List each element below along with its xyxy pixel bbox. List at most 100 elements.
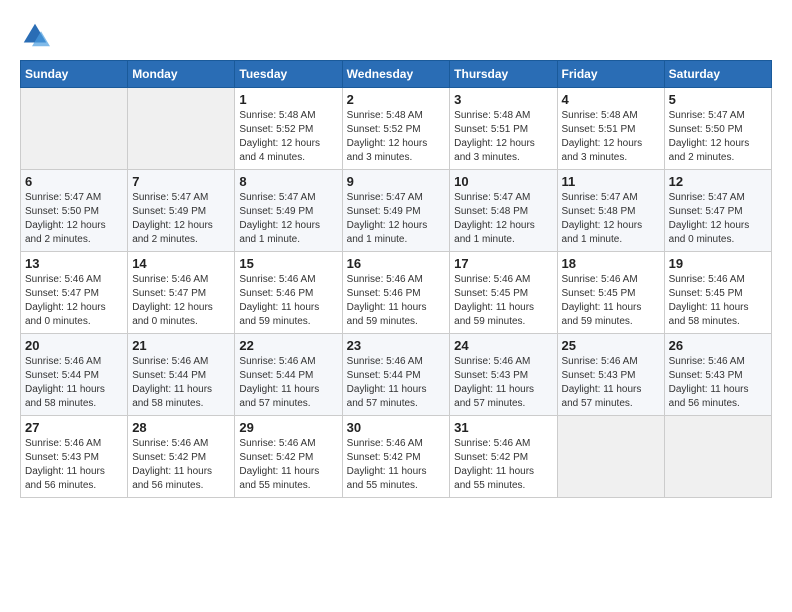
calendar-cell: 9 Sunrise: 5:47 AMSunset: 5:49 PMDaylight…: [342, 170, 450, 252]
day-info: Sunrise: 5:47 AMSunset: 5:50 PMDaylight:…: [25, 191, 123, 247]
day-number: 1: [239, 92, 337, 107]
day-number: 24: [454, 338, 552, 353]
calendar-week-row: 1 Sunrise: 5:48 AMSunset: 5:52 PMDaylight…: [21, 88, 772, 170]
day-info: Sunrise: 5:48 AMSunset: 5:52 PMDaylight:…: [347, 109, 446, 165]
calendar-cell: 7Sunrise: 5:47 AMSunset: 5:49 PMDaylight…: [128, 170, 235, 252]
day-number: 5: [669, 92, 767, 107]
calendar-cell: 26Sunrise: 5:46 AMSunset: 5:43 PMDayligh…: [664, 334, 771, 416]
calendar-cell: 31 Sunrise: 5:46 AMSunset: 5:42 PMDayligh…: [450, 416, 557, 498]
day-number: 12: [669, 174, 767, 189]
day-number: 19: [669, 256, 767, 271]
day-info: Sunrise: 5:48 AMSunset: 5:51 PMDaylight:…: [454, 109, 552, 165]
weekday-header: Friday: [557, 61, 664, 88]
calendar-cell: 5 Sunrise: 5:47 AMSunset: 5:50 PMDaylight…: [664, 88, 771, 170]
day-info: Sunrise: 5:46 AMSunset: 5:47 PMDaylight:…: [132, 273, 230, 329]
day-number: 13: [25, 256, 123, 271]
day-info: Sunrise: 5:47 AMSunset: 5:50 PMDaylight:…: [669, 109, 767, 165]
calendar-cell: 16 Sunrise: 5:46 AMSunset: 5:46 PMDayligh…: [342, 252, 450, 334]
weekday-header: Tuesday: [235, 61, 342, 88]
day-number: 29: [239, 420, 337, 435]
day-info: Sunrise: 5:46 AMSunset: 5:43 PMDaylight:…: [562, 355, 660, 411]
day-number: 14: [132, 256, 230, 271]
calendar-cell: [664, 416, 771, 498]
day-info: Sunrise: 5:46 AMSunset: 5:44 PMDaylight:…: [347, 355, 446, 411]
calendar-week-row: 13 Sunrise: 5:46 AMSunset: 5:47 PMDayligh…: [21, 252, 772, 334]
day-number: 17: [454, 256, 552, 271]
day-info: Sunrise: 5:46 AMSunset: 5:46 PMDaylight:…: [239, 273, 337, 329]
day-number: 11: [562, 174, 660, 189]
calendar-cell: 1 Sunrise: 5:48 AMSunset: 5:52 PMDaylight…: [235, 88, 342, 170]
calendar-cell: 23 Sunrise: 5:46 AMSunset: 5:44 PMDayligh…: [342, 334, 450, 416]
day-number: 26: [669, 338, 767, 353]
calendar-week-row: 20 Sunrise: 5:46 AMSunset: 5:44 PMDayligh…: [21, 334, 772, 416]
day-info: Sunrise: 5:47 AMSunset: 5:49 PMDaylight:…: [347, 191, 446, 247]
calendar-table: SundayMondayTuesdayWednesdayThursdayFrid…: [20, 60, 772, 498]
day-info: Sunrise: 5:46 AMSunset: 5:42 PMDaylight:…: [239, 437, 337, 493]
calendar-cell: 13 Sunrise: 5:46 AMSunset: 5:47 PMDayligh…: [21, 252, 128, 334]
day-info: Sunrise: 5:46 AMSunset: 5:46 PMDaylight:…: [347, 273, 446, 329]
day-number: 18: [562, 256, 660, 271]
day-number: 28: [132, 420, 230, 435]
calendar-cell: 30 Sunrise: 5:46 AMSunset: 5:42 PMDayligh…: [342, 416, 450, 498]
day-info: Sunrise: 5:47 AMSunset: 5:48 PMDaylight:…: [454, 191, 552, 247]
day-info: Sunrise: 5:46 AMSunset: 5:42 PMDaylight:…: [454, 437, 552, 493]
calendar-cell: 28Sunrise: 5:46 AMSunset: 5:42 PMDayligh…: [128, 416, 235, 498]
day-number: 15: [239, 256, 337, 271]
day-info: Sunrise: 5:48 AMSunset: 5:52 PMDaylight:…: [239, 109, 337, 165]
day-info: Sunrise: 5:47 AMSunset: 5:48 PMDaylight:…: [562, 191, 660, 247]
calendar-cell: 14 Sunrise: 5:46 AMSunset: 5:47 PMDayligh…: [128, 252, 235, 334]
calendar-cell: 24 Sunrise: 5:46 AMSunset: 5:43 PMDayligh…: [450, 334, 557, 416]
day-info: Sunrise: 5:48 AMSunset: 5:51 PMDaylight:…: [562, 109, 660, 165]
day-number: 20: [25, 338, 123, 353]
calendar-cell: 29 Sunrise: 5:46 AMSunset: 5:42 PMDayligh…: [235, 416, 342, 498]
weekday-header: Monday: [128, 61, 235, 88]
page-header: [20, 20, 772, 50]
day-info: Sunrise: 5:46 AMSunset: 5:45 PMDaylight:…: [562, 273, 660, 329]
day-number: 30: [347, 420, 446, 435]
day-info: Sunrise: 5:46 AMSunset: 5:45 PMDaylight:…: [454, 273, 552, 329]
day-number: 4: [562, 92, 660, 107]
day-info: Sunrise: 5:46 AMSunset: 5:45 PMDaylight:…: [669, 273, 767, 329]
day-number: 31: [454, 420, 552, 435]
day-info: Sunrise: 5:47 AMSunset: 5:49 PMDaylight:…: [132, 191, 230, 247]
calendar-cell: [21, 88, 128, 170]
calendar-cell: 2Sunrise: 5:48 AMSunset: 5:52 PMDaylight…: [342, 88, 450, 170]
day-info: Sunrise: 5:46 AMSunset: 5:47 PMDaylight:…: [25, 273, 123, 329]
day-number: 8: [239, 174, 337, 189]
day-info: Sunrise: 5:47 AMSunset: 5:49 PMDaylight:…: [239, 191, 337, 247]
day-number: 6: [25, 174, 123, 189]
day-info: Sunrise: 5:46 AMSunset: 5:43 PMDaylight:…: [454, 355, 552, 411]
day-info: Sunrise: 5:46 AMSunset: 5:43 PMDaylight:…: [25, 437, 123, 493]
day-number: 27: [25, 420, 123, 435]
calendar-cell: 8 Sunrise: 5:47 AMSunset: 5:49 PMDaylight…: [235, 170, 342, 252]
calendar-cell: 6 Sunrise: 5:47 AMSunset: 5:50 PMDaylight…: [21, 170, 128, 252]
day-number: 9: [347, 174, 446, 189]
calendar-cell: 17 Sunrise: 5:46 AMSunset: 5:45 PMDayligh…: [450, 252, 557, 334]
day-number: 21: [132, 338, 230, 353]
calendar-cell: 10Sunrise: 5:47 AMSunset: 5:48 PMDayligh…: [450, 170, 557, 252]
logo-icon: [20, 20, 50, 50]
calendar-cell: 3 Sunrise: 5:48 AMSunset: 5:51 PMDaylight…: [450, 88, 557, 170]
calendar-cell: 22Sunrise: 5:46 AMSunset: 5:44 PMDayligh…: [235, 334, 342, 416]
calendar-cell: [128, 88, 235, 170]
calendar-cell: 18 Sunrise: 5:46 AMSunset: 5:45 PMDayligh…: [557, 252, 664, 334]
weekday-header: Saturday: [664, 61, 771, 88]
weekday-header: Thursday: [450, 61, 557, 88]
logo: [20, 20, 54, 50]
day-number: 25: [562, 338, 660, 353]
day-number: 22: [239, 338, 337, 353]
day-number: 23: [347, 338, 446, 353]
calendar-header-row: SundayMondayTuesdayWednesdayThursdayFrid…: [21, 61, 772, 88]
calendar-cell: 25 Sunrise: 5:46 AMSunset: 5:43 PMDayligh…: [557, 334, 664, 416]
calendar-cell: 15 Sunrise: 5:46 AMSunset: 5:46 PMDayligh…: [235, 252, 342, 334]
calendar-cell: 27 Sunrise: 5:46 AMSunset: 5:43 PMDayligh…: [21, 416, 128, 498]
day-info: Sunrise: 5:46 AMSunset: 5:42 PMDaylight:…: [347, 437, 446, 493]
day-info: Sunrise: 5:47 AMSunset: 5:47 PMDaylight:…: [669, 191, 767, 247]
day-number: 3: [454, 92, 552, 107]
weekday-header: Sunday: [21, 61, 128, 88]
calendar-cell: 21Sunrise: 5:46 AMSunset: 5:44 PMDayligh…: [128, 334, 235, 416]
calendar-cell: 19 Sunrise: 5:46 AMSunset: 5:45 PMDayligh…: [664, 252, 771, 334]
calendar-cell: 11 Sunrise: 5:47 AMSunset: 5:48 PMDayligh…: [557, 170, 664, 252]
day-number: 16: [347, 256, 446, 271]
calendar-week-row: 27 Sunrise: 5:46 AMSunset: 5:43 PMDayligh…: [21, 416, 772, 498]
